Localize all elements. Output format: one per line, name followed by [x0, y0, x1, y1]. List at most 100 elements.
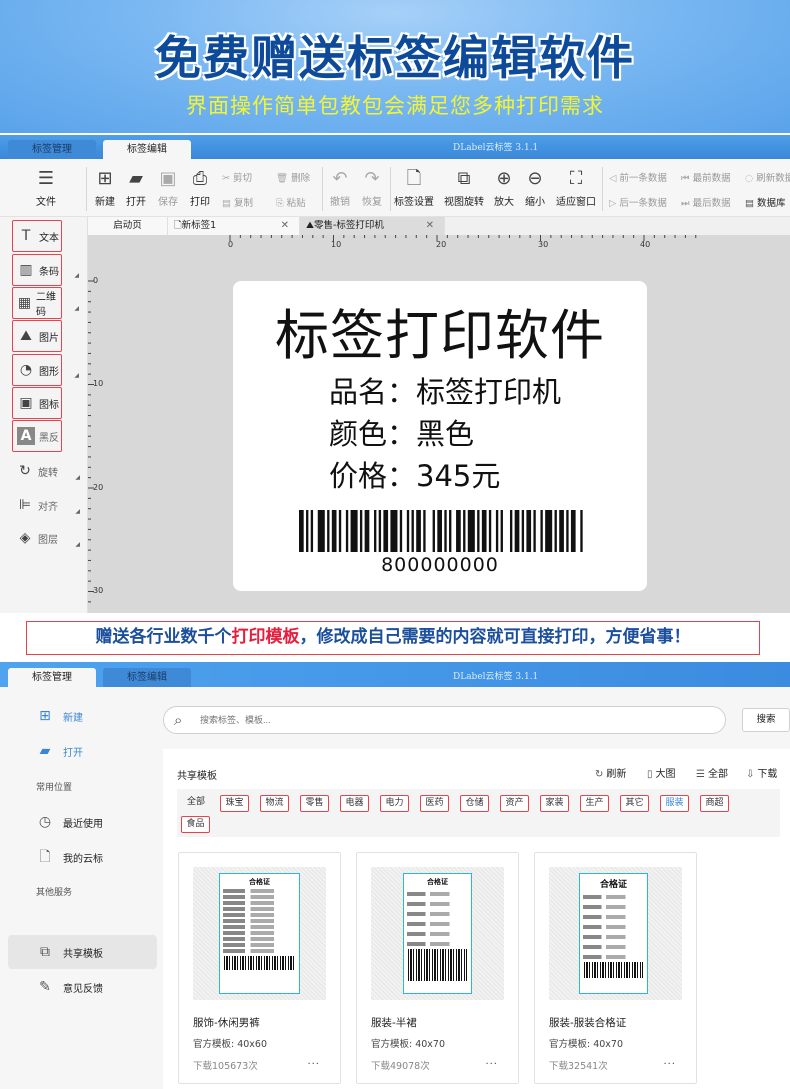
tool-layers[interactable]: ◈ 图层 ◢	[12, 522, 80, 554]
label-line-color[interactable]: 颜色：黑色	[329, 411, 474, 453]
barcode-bar	[406, 510, 410, 552]
sidebar-item-new[interactable]: ⊞ 新建	[36, 707, 83, 725]
filter-category-selected[interactable]: 服装	[660, 795, 689, 812]
filter-category[interactable]: 物流	[260, 795, 289, 812]
filter-category[interactable]: 电力	[380, 795, 409, 812]
design-canvas[interactable]: 0 10 20 30 40 0 10 20 30 标签打印软件 品名：标签打印机…	[88, 235, 790, 613]
tab-label-editor[interactable]: 标签编辑	[103, 668, 191, 687]
tool-invert[interactable]: A 黑反	[12, 420, 62, 452]
more-options-button[interactable]: ...	[485, 1056, 498, 1067]
save-button[interactable]: ▣ 保存	[156, 169, 180, 209]
filter-category[interactable]: 零售	[300, 795, 329, 812]
more-options-button[interactable]: ...	[307, 1056, 320, 1067]
paste-button[interactable]: ⎘ 粘贴	[276, 195, 306, 209]
banner-title: 免费赠送标签编辑软件	[155, 31, 635, 85]
filter-category[interactable]: 仓储	[460, 795, 489, 812]
search-button[interactable]: 搜索	[742, 708, 790, 732]
file-button[interactable]: ☰ 文件	[30, 169, 62, 209]
fit-window-button[interactable]: ⛶ 适应窗口	[556, 169, 596, 209]
new-button[interactable]: ⊞ 新建	[93, 169, 117, 209]
expand-icon[interactable]: ◢	[75, 541, 80, 548]
all-button[interactable]: ☰ 全部	[696, 765, 728, 780]
next-record-button[interactable]: ▷ 后一条数据	[609, 195, 667, 209]
view-rotate-button[interactable]: ⧉ 视图旋转	[444, 169, 484, 209]
sidebar-item-feedback[interactable]: ✎ 意见反馈	[36, 978, 103, 996]
ruler-tick-label: 10	[93, 379, 104, 388]
print-button[interactable]: ⎙ 打印	[188, 169, 212, 209]
doc-tab-start[interactable]: 启动页	[88, 217, 168, 235]
first-record-button[interactable]: ⏮ 最前数据	[681, 170, 731, 184]
large-view-button[interactable]: ▯ 大图	[647, 765, 676, 780]
filter-category[interactable]: 食品	[181, 816, 210, 833]
last-record-button[interactable]: ⏭ 最后数据	[681, 195, 731, 209]
filter-category[interactable]: 其它	[620, 795, 649, 812]
template-card[interactable]: 合格证 服装-服装合格证 官方模板: 40x70 下载32541次 ...	[534, 852, 697, 1084]
expand-icon[interactable]: ◢	[74, 272, 79, 279]
barcode-bar	[521, 510, 525, 552]
expand-icon[interactable]: ◢	[75, 508, 80, 515]
zoom-out-button[interactable]: ⊖ 缩小	[524, 169, 546, 209]
close-icon[interactable]: ✕	[426, 217, 434, 235]
sidebar-item-recent[interactable]: ◷ 最近使用	[36, 813, 103, 831]
copy-button[interactable]: ▤ 复制	[222, 195, 253, 209]
expand-icon[interactable]: ◢	[75, 474, 80, 481]
tool-barcode[interactable]: ▥ 条码 ◢	[12, 254, 79, 286]
label-line-price[interactable]: 价格：345元	[329, 453, 500, 495]
open-button[interactable]: ▰ 打开	[124, 168, 148, 209]
tab-label-manager[interactable]: 标签管理	[8, 140, 96, 159]
sidebar-item-shared-templates[interactable]: ⧉ 共享模板	[36, 943, 103, 961]
folder-icon: ▰	[129, 168, 143, 189]
filter-category[interactable]: 珠宝	[220, 795, 249, 812]
more-options-button[interactable]: ...	[663, 1056, 676, 1067]
doc-tab-retail[interactable]: ⛰零售-标签打印机 ✕	[300, 217, 445, 235]
template-card[interactable]: 合格证 服装-半裙 官方模板: 40x70 下载49078次 ...	[356, 852, 519, 1084]
filter-category[interactable]: 家装	[540, 795, 569, 812]
image-icon: ⛰	[20, 328, 32, 344]
search-input[interactable]	[200, 711, 700, 729]
barcode-bar	[514, 510, 520, 552]
zoom-in-button[interactable]: ⊕ 放大	[493, 169, 515, 209]
expand-icon[interactable]: ◢	[74, 305, 79, 312]
filter-category[interactable]: 资产	[500, 795, 529, 812]
tool-text[interactable]: T 文本	[12, 220, 62, 252]
thumbnail-label: 合格证	[579, 873, 648, 994]
delete-button[interactable]: 🗑 删除	[276, 170, 310, 184]
tool-rotate[interactable]: ↻ 旋转 ◢	[12, 455, 80, 487]
database-button[interactable]: ▤ 数据库	[745, 195, 786, 209]
sidebar-item-open[interactable]: ▰ 打开	[36, 742, 83, 760]
template-thumbnail: 合格证	[371, 867, 504, 1000]
barcode-bar	[559, 510, 564, 552]
cut-button[interactable]: ✂ 剪切	[222, 170, 252, 184]
refresh-data-button[interactable]: ◌ 刷新数据	[745, 170, 790, 184]
doc-tab-new-label[interactable]: 🗋新标签1 ✕	[168, 217, 300, 235]
sidebar-item-my-cloud[interactable]: 🗋 我的云标	[36, 848, 103, 866]
tool-shape[interactable]: ◔ 图形 ◢	[12, 354, 79, 386]
label-line-name[interactable]: 品名：标签打印机	[329, 369, 561, 411]
undo-button[interactable]: ↶ 撤销	[328, 169, 352, 209]
tool-align[interactable]: ⊫ 对齐 ◢	[12, 489, 80, 521]
filter-category[interactable]: 生产	[580, 795, 609, 812]
tab-label-editor[interactable]: 标签编辑	[103, 140, 191, 159]
template-card[interactable]: 合格证 服饰-休闲男裤 官方模板: 40x60 下载105673次 ...	[178, 852, 341, 1084]
tab-label-manager[interactable]: 标签管理	[8, 668, 96, 687]
refresh-button[interactable]: ↻ 刷新	[595, 765, 626, 780]
expand-icon[interactable]: ◢	[74, 372, 79, 379]
filter-all[interactable]: 全部	[181, 795, 211, 812]
toolbar: ☰ 文件 ⊞ 新建 ▰ 打开 ▣ 保存 ⎙ 打印 ✂ 剪切 ▤ 复制 🗑 删除 ⎘ 粘贴…	[0, 159, 790, 217]
label-settings-button[interactable]: 🗋 标签设置	[394, 169, 434, 209]
barcode[interactable]	[299, 510, 585, 552]
label-heading[interactable]: 标签打印软件	[233, 291, 647, 370]
filter-category[interactable]: 商超	[700, 795, 729, 812]
filter-category[interactable]: 医药	[420, 795, 449, 812]
template-downloads: 下载49078次	[371, 1061, 430, 1072]
filter-category[interactable]: 电器	[340, 795, 369, 812]
redo-button[interactable]: ↷ 恢复	[360, 169, 384, 209]
tool-qrcode[interactable]: ▦ 二维码 ◢	[12, 287, 79, 319]
label-preview[interactable]: 标签打印软件 品名：标签打印机 颜色：黑色 价格：345元 800000000	[233, 281, 647, 591]
close-icon[interactable]: ✕	[281, 217, 289, 235]
tool-image[interactable]: ⛰ 图片	[12, 320, 62, 352]
tool-logo[interactable]: ▣ 图标	[12, 387, 62, 419]
template-spec: 官方模板: 40x60	[193, 1039, 268, 1050]
prev-record-button[interactable]: ◁ 前一条数据	[609, 170, 667, 184]
download-button[interactable]: ⇩ 下载	[746, 765, 777, 780]
